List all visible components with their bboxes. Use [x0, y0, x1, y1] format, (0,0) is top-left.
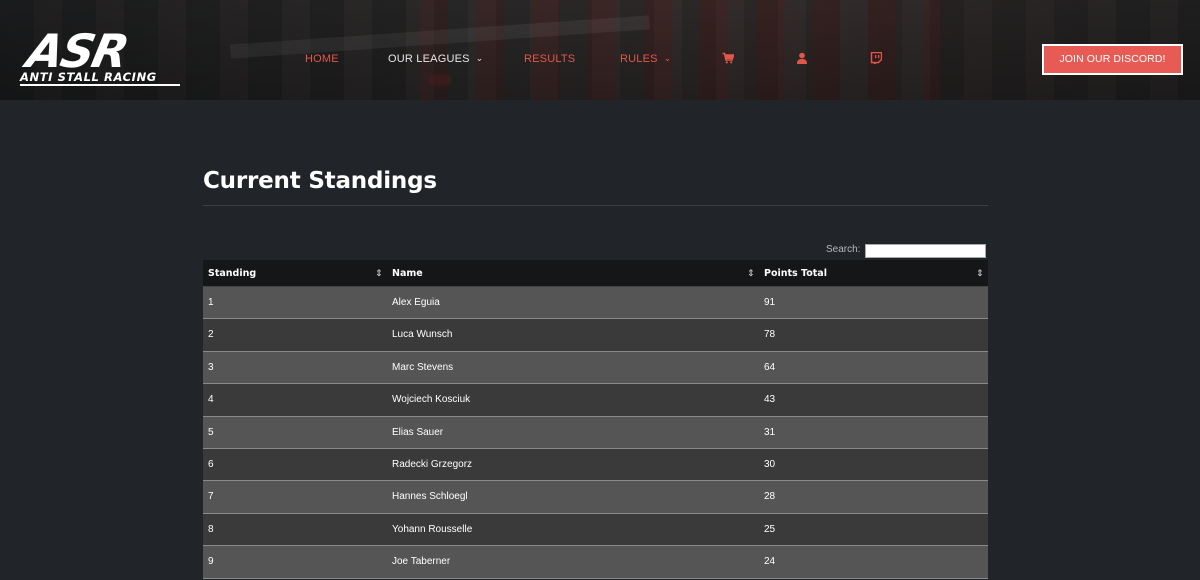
- chevron-down-icon: ⌄: [475, 53, 484, 63]
- nav-home[interactable]: HOME: [305, 52, 339, 66]
- cell-name: Luca Wunsch: [392, 329, 453, 341]
- cell-points: 25: [764, 523, 776, 535]
- cell-standing: 5: [208, 426, 214, 438]
- title-divider: [203, 205, 988, 206]
- join-discord-button[interactable]: JOIN OUR DISCORD!: [1042, 44, 1183, 75]
- user-icon[interactable]: [796, 52, 808, 64]
- cell-name: Hannes Schloegl: [392, 491, 468, 503]
- cell-standing: 7: [208, 491, 214, 503]
- table-row: 4 Wojciech Kosciuk 43: [203, 384, 988, 417]
- table-row: 1 Alex Eguia 91: [203, 287, 988, 320]
- cell-standing: 6: [208, 458, 214, 470]
- cell-name: Wojciech Kosciuk: [392, 394, 471, 406]
- cell-name: Radecki Grzegorz: [392, 458, 473, 470]
- nav-our-leagues[interactable]: OUR LEAGUES ⌄: [388, 52, 483, 66]
- cell-name: Yohann Rousselle: [392, 523, 473, 535]
- cell-points: 30: [764, 458, 776, 470]
- nav-rules[interactable]: RULES ⌄: [620, 52, 671, 66]
- cell-points: 24: [764, 556, 776, 568]
- nav-our-leagues-label: OUR LEAGUES: [388, 53, 470, 65]
- header-standing[interactable]: Standing: [208, 260, 256, 287]
- search-input[interactable]: [865, 244, 986, 258]
- header-points-total[interactable]: Points Total: [764, 260, 827, 287]
- cart-icon[interactable]: [722, 52, 734, 64]
- cell-standing: 1: [208, 297, 214, 308]
- header-name[interactable]: Name: [392, 260, 423, 287]
- table-row: 8 Yohann Rousselle 25: [203, 513, 988, 547]
- nav-rules-label: RULES: [620, 53, 658, 65]
- nav-results[interactable]: RESULTS: [524, 52, 575, 66]
- site-logo[interactable]: ASR ANTI STALL RACING: [20, 24, 182, 86]
- cell-points: 43: [764, 394, 776, 406]
- table-row: 5 Elias Sauer 31: [203, 416, 988, 449]
- cell-points: 78: [764, 329, 776, 341]
- table-header: Standing ⇕ Name ⇕ Points Total ⇕: [203, 260, 988, 287]
- table-row: 6 Radecki Grzegorz 30: [203, 448, 988, 482]
- chevron-down-icon: ⌄: [663, 53, 672, 63]
- cell-standing: 3: [208, 361, 214, 373]
- cell-standing: 9: [208, 556, 214, 568]
- twitch-icon[interactable]: [870, 52, 882, 64]
- cell-name: Elias Sauer: [392, 426, 444, 438]
- search-label: Search:: [826, 244, 861, 255]
- sort-icon[interactable]: ⇕: [976, 260, 984, 287]
- logo-underline: [20, 84, 180, 86]
- sort-icon[interactable]: ⇕: [747, 260, 755, 287]
- logo-letters: ASR: [22, 24, 132, 78]
- cell-standing: 4: [208, 394, 214, 406]
- cell-name: Joe Taberner: [392, 556, 451, 568]
- cell-points: 91: [764, 297, 776, 308]
- standings-table: Standing ⇕ Name ⇕ Points Total ⇕ 1 Alex …: [203, 260, 988, 579]
- table-row: 7 Hannes Schloegl 28: [203, 481, 988, 514]
- logo-subtitle: ANTI STALL RACING: [20, 70, 157, 84]
- table-row: 9 Joe Taberner 24: [203, 546, 988, 579]
- cell-name: Alex Eguia: [392, 297, 440, 308]
- cell-name: Marc Stevens: [392, 361, 454, 373]
- cell-standing: 8: [208, 523, 214, 535]
- cell-points: 28: [764, 491, 776, 503]
- page-title: Current Standings: [203, 168, 437, 194]
- cell-points: 64: [764, 361, 776, 373]
- table-row: 2 Luca Wunsch 78: [203, 319, 988, 352]
- table-row: 3 Marc Stevens 64: [203, 351, 988, 385]
- cell-points: 31: [764, 426, 776, 438]
- sort-icon[interactable]: ⇕: [375, 260, 383, 287]
- site-header: ASR ANTI STALL RACING HOME OUR LEAGUES ⌄ …: [0, 0, 1200, 100]
- cell-standing: 2: [208, 329, 214, 341]
